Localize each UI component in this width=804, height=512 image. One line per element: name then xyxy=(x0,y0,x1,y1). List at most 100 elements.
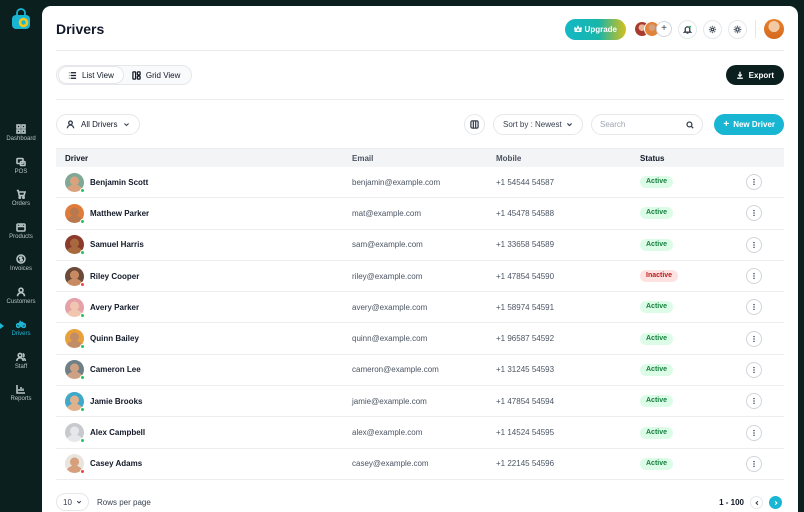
row-actions-button[interactable] xyxy=(746,393,762,410)
row-actions-button[interactable] xyxy=(746,174,762,191)
next-page-button[interactable] xyxy=(769,496,782,509)
avatar xyxy=(65,297,85,318)
more-vertical-icon xyxy=(753,241,755,248)
list-view-button[interactable]: List View xyxy=(59,67,123,83)
chevron-left-icon xyxy=(754,500,758,505)
search-icon[interactable] xyxy=(686,120,694,129)
columns-button[interactable] xyxy=(464,114,485,135)
driver-cell: Samuel Harris xyxy=(56,235,352,256)
rows-per-page-select[interactable]: 10 xyxy=(56,493,89,511)
row-actions-button[interactable] xyxy=(746,455,762,472)
driver-cell: Avery Parker xyxy=(56,297,352,318)
status-cell: Active xyxy=(640,301,724,314)
table-header: Driver Email Mobile Status xyxy=(56,149,784,167)
table-body: Benjamin Scott benjamin@example.com +1 545… xyxy=(56,167,784,480)
sidebar-item-pos[interactable]: POS xyxy=(0,157,42,190)
driver-cell: Casey Adams xyxy=(56,454,352,475)
header-status[interactable]: Status xyxy=(640,154,724,163)
notifications-button[interactable] xyxy=(678,19,697,39)
table-row[interactable]: Matthew Parker mat@example.com +1 45478 54… xyxy=(56,198,784,230)
table-row[interactable]: Samuel Harris sam@example.com +1 33658 545… xyxy=(56,230,784,261)
sidebar-item-products[interactable]: Products xyxy=(0,222,42,255)
crown-icon xyxy=(573,25,582,33)
shopping-bag-logo-icon[interactable] xyxy=(10,8,32,30)
more-vertical-icon xyxy=(753,366,755,374)
driver-name[interactable]: Matthew Parker xyxy=(90,209,149,218)
drivers-filter-dropdown[interactable]: All Drivers xyxy=(56,114,141,135)
prev-page-button[interactable] xyxy=(750,496,763,509)
table-row[interactable]: Quinn Bailey quinn@example.com +1 96587 54… xyxy=(56,323,784,355)
users-icon xyxy=(16,352,26,361)
new-driver-button[interactable]: + New Driver xyxy=(714,114,784,135)
driver-name[interactable]: Riley Cooper xyxy=(90,272,139,281)
sidebar-item-customers[interactable]: Customers xyxy=(0,286,42,320)
table-row[interactable]: Riley Cooper riley@example.com +1 47854 54… xyxy=(56,261,784,293)
avatar xyxy=(65,329,85,350)
driver-name[interactable]: Cameron Lee xyxy=(90,365,141,374)
table-row[interactable]: Alex Campbell alex@example.com +1 14524 54… xyxy=(56,417,784,449)
table-row[interactable]: Casey Adams casey@example.com +1 22145 545… xyxy=(56,449,784,480)
status-badge: Inactive xyxy=(640,270,679,283)
chart-icon xyxy=(16,385,25,394)
search-input[interactable] xyxy=(600,120,680,129)
sidebar-item-dashboard[interactable]: Dashboard xyxy=(0,124,42,157)
drivers-table: Driver Email Mobile Status Benjamin Scot… xyxy=(56,148,784,480)
status-cell: Active xyxy=(640,332,724,345)
online-status-dot xyxy=(80,187,85,193)
actions-cell xyxy=(724,424,784,441)
user-avatar[interactable] xyxy=(764,19,784,39)
sidebar-item-drivers[interactable]: Drivers xyxy=(0,319,42,352)
export-button[interactable]: Export xyxy=(725,65,784,85)
driver-cell: Jamie Brooks xyxy=(56,391,352,412)
actions-cell xyxy=(724,330,784,347)
grid-view-label: Grid View xyxy=(145,70,181,80)
filter-label: All Drivers xyxy=(81,120,118,129)
settings-button[interactable] xyxy=(703,19,722,39)
row-actions-button[interactable] xyxy=(746,361,762,378)
sidebar-item-invoices[interactable]: Invoices xyxy=(0,254,42,287)
header-mobile[interactable]: Mobile xyxy=(496,154,640,163)
grid-icon xyxy=(16,124,26,134)
row-actions-button[interactable] xyxy=(746,268,762,285)
driver-name[interactable]: Samuel Harris xyxy=(90,240,144,249)
sidebar-item-staff[interactable]: Staff xyxy=(0,352,42,385)
driver-name[interactable]: Quinn Bailey xyxy=(90,334,139,343)
table-row[interactable]: Cameron Lee cameron@example.com +1 31245 5… xyxy=(56,355,784,387)
header-email[interactable]: Email xyxy=(352,154,496,163)
sort-dropdown[interactable]: Sort by : Newest xyxy=(493,114,583,135)
sun-icon xyxy=(733,25,742,33)
status-badge: Active xyxy=(640,457,674,470)
sidebar-item-label: Invoices xyxy=(9,266,32,272)
chevron-down-icon xyxy=(567,123,572,127)
table-row[interactable]: Benjamin Scott benjamin@example.com +1 545… xyxy=(56,167,784,199)
row-actions-button[interactable] xyxy=(746,330,762,347)
driver-name[interactable]: Avery Parker xyxy=(90,303,139,312)
driver-name[interactable]: Casey Adams xyxy=(90,459,142,468)
user-icon xyxy=(16,286,26,296)
sidebar-item-orders[interactable]: Orders xyxy=(0,189,42,222)
status-cell: Active xyxy=(640,457,724,470)
row-actions-button[interactable] xyxy=(746,424,762,441)
chevron-down-icon xyxy=(124,123,130,127)
more-vertical-icon xyxy=(753,398,755,405)
header-driver[interactable]: Driver xyxy=(56,154,352,163)
row-actions-button[interactable] xyxy=(746,299,762,316)
upgrade-button[interactable]: Upgrade xyxy=(564,18,626,40)
driver-mobile: +1 54544 54587 xyxy=(496,177,555,187)
driver-cell: Quinn Bailey xyxy=(56,329,352,350)
driver-email: cameron@example.com xyxy=(352,365,439,375)
add-member-button[interactable]: + xyxy=(656,21,672,37)
driver-name[interactable]: Benjamin Scott xyxy=(90,178,148,187)
row-actions-button[interactable] xyxy=(746,236,762,253)
more-vertical-icon xyxy=(753,304,755,311)
sidebar-item-label: Dashboard xyxy=(6,136,36,142)
row-actions-button[interactable] xyxy=(746,205,762,222)
sidebar-item-reports[interactable]: Reports xyxy=(0,384,42,417)
table-row[interactable]: Avery Parker avery@example.com +1 58974 54… xyxy=(56,292,784,324)
theme-toggle-button[interactable] xyxy=(728,19,747,39)
driver-name[interactable]: Alex Campbell xyxy=(90,428,145,437)
table-row[interactable]: Jamie Brooks jamie@example.com +1 47854 54… xyxy=(56,386,784,418)
driver-mobile: +1 33658 54589 xyxy=(496,240,555,250)
grid-view-button[interactable]: Grid View xyxy=(123,67,190,83)
driver-name[interactable]: Jamie Brooks xyxy=(90,397,142,406)
